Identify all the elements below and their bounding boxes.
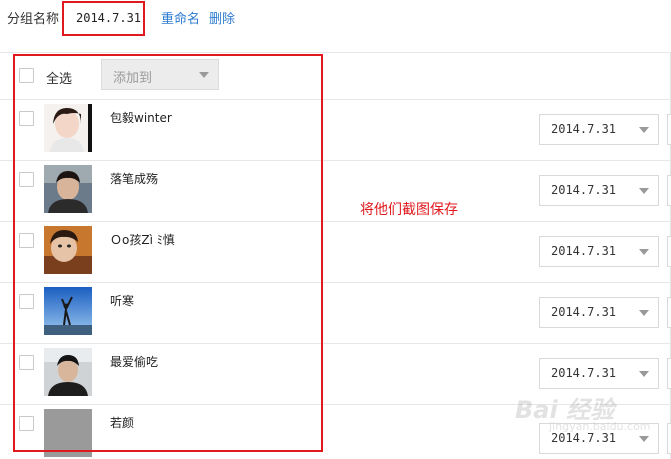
avatar bbox=[44, 287, 92, 335]
avatar bbox=[44, 165, 92, 213]
avatar bbox=[44, 226, 92, 274]
group-select-value: 2014.7.31 bbox=[551, 366, 617, 380]
list-toolbar: 全选 添加到 bbox=[0, 53, 671, 99]
row-action-button[interactable] bbox=[667, 236, 671, 267]
group-select-value: 2014.7.31 bbox=[551, 244, 617, 258]
group-name-value: 2014.7.31 bbox=[76, 11, 142, 25]
delete-link[interactable]: 删除 bbox=[209, 8, 235, 27]
row-checkbox[interactable] bbox=[19, 111, 34, 126]
group-select-value: 2014.7.31 bbox=[551, 183, 617, 197]
group-select[interactable]: 2014.7.31 bbox=[539, 358, 659, 389]
select-all-checkbox[interactable] bbox=[19, 68, 34, 83]
chevron-down-icon bbox=[639, 310, 649, 316]
avatar bbox=[44, 348, 92, 396]
friend-name[interactable]: 若颜 bbox=[110, 414, 134, 431]
chevron-down-icon bbox=[639, 127, 649, 133]
row-action-button[interactable] bbox=[667, 297, 671, 328]
group-header: 分组名称 2014.7.31 重命名 删除 bbox=[0, 0, 671, 40]
avatar bbox=[44, 104, 92, 152]
annotation-note: 将他们截图保存 bbox=[360, 202, 458, 218]
row-checkbox[interactable] bbox=[19, 294, 34, 309]
group-select[interactable]: 2014.7.31 bbox=[539, 175, 659, 206]
group-select[interactable]: 2014.7.31 bbox=[539, 236, 659, 267]
group-name-field[interactable]: 2014.7.31 bbox=[62, 1, 145, 36]
row-action-button[interactable] bbox=[667, 114, 671, 145]
friend-row: 包毅winter 2014.7.31 bbox=[0, 99, 671, 160]
friend-row: 落笔成殇 2014.7.31 bbox=[0, 160, 671, 221]
watermark-sub: jingyan.baidu.com bbox=[549, 420, 651, 433]
chevron-down-icon bbox=[639, 188, 649, 194]
group-select-value: 2014.7.31 bbox=[551, 305, 617, 319]
row-action-button[interactable] bbox=[667, 175, 671, 206]
row-checkbox[interactable] bbox=[19, 416, 34, 431]
row-action-button[interactable] bbox=[667, 358, 671, 389]
friend-name[interactable]: 最爱偷吃 bbox=[110, 353, 158, 370]
group-name-label: 分组名称 bbox=[7, 12, 60, 27]
group-select[interactable]: 2014.7.31 bbox=[539, 114, 659, 145]
friend-name[interactable]: Ｏo孩Zì ﾐ慎 bbox=[110, 231, 175, 248]
group-select-value: 2014.7.31 bbox=[551, 122, 617, 136]
add-to-placeholder: 添加到 bbox=[113, 71, 153, 86]
friend-name[interactable]: 包毅winter bbox=[110, 109, 172, 126]
chevron-down-icon bbox=[639, 249, 649, 255]
friend-row: Ｏo孩Zì ﾐ慎 2014.7.31 bbox=[0, 221, 671, 282]
row-checkbox[interactable] bbox=[19, 172, 34, 187]
row-action-button[interactable] bbox=[667, 423, 671, 454]
rename-link[interactable]: 重命名 bbox=[161, 8, 200, 27]
row-checkbox[interactable] bbox=[19, 355, 34, 370]
baidu-watermark: Bai 经验 jingyan.baidu.com bbox=[515, 388, 665, 438]
select-all-label: 全选 bbox=[46, 72, 73, 87]
friend-name[interactable]: 落笔成殇 bbox=[110, 170, 158, 187]
friend-row: 听寒 2014.7.31 bbox=[0, 282, 671, 343]
chevron-down-icon bbox=[199, 72, 209, 78]
friend-name[interactable]: 听寒 bbox=[110, 292, 134, 309]
group-select[interactable]: 2014.7.31 bbox=[539, 297, 659, 328]
avatar bbox=[44, 409, 92, 457]
add-to-dropdown[interactable]: 添加到 bbox=[101, 59, 219, 90]
row-checkbox[interactable] bbox=[19, 233, 34, 248]
chevron-down-icon bbox=[639, 371, 649, 377]
